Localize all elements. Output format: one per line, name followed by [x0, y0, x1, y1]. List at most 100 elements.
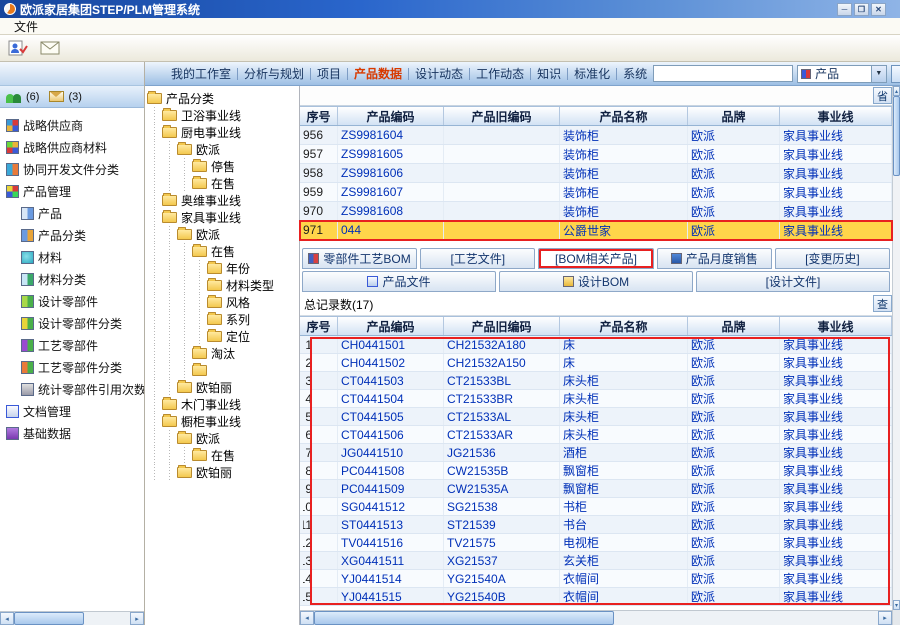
- column-header-code[interactable]: 产品编码: [338, 107, 444, 125]
- tab-product-files[interactable]: 产品文件: [302, 271, 496, 292]
- nav-item-4[interactable]: 产品数据: [348, 65, 408, 82]
- restore-button[interactable]: ❐: [854, 3, 869, 16]
- content-hscrollbar[interactable]: ◂ ▸: [300, 610, 892, 625]
- column-header-name[interactable]: 产品名称: [560, 317, 688, 335]
- hscroll-thumb[interactable]: [14, 612, 84, 625]
- tree-node[interactable]: 橱柜事业线: [147, 413, 297, 430]
- close-button[interactable]: ✕: [871, 3, 886, 16]
- sidebar-item[interactable]: 产品管理: [0, 180, 144, 202]
- vscroll-track[interactable]: [893, 176, 900, 600]
- vscroll-thumb[interactable]: [893, 96, 900, 176]
- nav-item-3[interactable]: 项目: [311, 65, 347, 82]
- table-row[interactable]: 10SG0441512SG21538书柜欧派家具事业线: [300, 498, 892, 516]
- content-vscrollbar[interactable]: ▴ ▾: [892, 86, 900, 625]
- table-row[interactable]: 8PC0441508CW21535B飘窗柜欧派家具事业线: [300, 462, 892, 480]
- users-icon[interactable]: [6, 91, 22, 103]
- approval-stamp-icon[interactable]: [8, 39, 28, 57]
- sidebar-item[interactable]: 材料: [0, 246, 144, 268]
- table-row[interactable]: 7JG0441510JG21536酒柜欧派家具事业线: [300, 444, 892, 462]
- nav-item-8[interactable]: 标准化: [568, 65, 616, 82]
- table-row[interactable]: 971044公爵世家欧派家具事业线: [300, 221, 892, 240]
- nav-item-2[interactable]: 分析与规划: [238, 65, 310, 82]
- tree-node[interactable]: 欧派: [147, 141, 297, 158]
- sidebar-item[interactable]: 工艺零部件: [0, 334, 144, 356]
- mail-icon[interactable]: [49, 91, 64, 102]
- tree-node[interactable]: 木门事业线: [147, 396, 297, 413]
- tab-design-files[interactable]: [设计文件]: [696, 271, 890, 292]
- column-header-old-code[interactable]: 产品旧编码: [444, 317, 560, 335]
- tab-process-files[interactable]: [工艺文件]: [420, 248, 535, 269]
- column-header-brand[interactable]: 品牌: [688, 107, 780, 125]
- tree-node[interactable]: 欧派: [147, 430, 297, 447]
- scroll-right-icon[interactable]: ▸: [130, 612, 144, 625]
- column-header-line[interactable]: 事业线: [780, 107, 892, 125]
- tree-node[interactable]: 停售: [147, 158, 297, 175]
- table-row[interactable]: 2CH0441502CH21532A150床欧派家具事业线: [300, 354, 892, 372]
- tree-node[interactable]: 欧铂丽: [147, 464, 297, 481]
- tree-node[interactable]: 奥维事业线: [147, 192, 297, 209]
- hscroll-track[interactable]: [84, 612, 130, 625]
- hscroll-thumb[interactable]: [314, 611, 614, 625]
- scroll-up-icon[interactable]: ▴: [893, 86, 900, 96]
- hscroll-track[interactable]: [614, 611, 878, 625]
- sidebar-item[interactable]: 材料分类: [0, 268, 144, 290]
- tree-node[interactable]: 材料类型: [147, 277, 297, 294]
- sidebar-item[interactable]: 工艺零部件分类: [0, 356, 144, 378]
- column-header-brand[interactable]: 品牌: [688, 317, 780, 335]
- sidebar-item[interactable]: 设计零部件分类: [0, 312, 144, 334]
- sidebar-item[interactable]: 战略供应商: [0, 114, 144, 136]
- sidebar-item[interactable]: 协同开发文件分类: [0, 158, 144, 180]
- tab-change-history[interactable]: [变更历史]: [775, 248, 890, 269]
- nav-item-6[interactable]: 工作动态: [470, 65, 530, 82]
- search-button[interactable]: 搜索: [891, 65, 900, 83]
- scroll-left-icon[interactable]: ◂: [300, 611, 314, 625]
- sidebar-item[interactable]: 产品分类: [0, 224, 144, 246]
- column-header-code[interactable]: 产品编码: [338, 317, 444, 335]
- tree-node[interactable]: 欧铂丽: [147, 379, 297, 396]
- records-corner-button[interactable]: 查: [873, 295, 892, 312]
- tab-parts-process-bom[interactable]: 零部件工艺BOM: [302, 248, 417, 269]
- sidebar-item[interactable]: 设计零部件: [0, 290, 144, 312]
- tree-node[interactable]: 风格: [147, 294, 297, 311]
- tree-node[interactable]: 系列: [147, 311, 297, 328]
- scroll-down-icon[interactable]: ▾: [893, 600, 900, 610]
- tree-node[interactable]: 家具事业线: [147, 209, 297, 226]
- table-row[interactable]: 13XG0441511XG21537玄关柜欧派家具事业线: [300, 552, 892, 570]
- table-row[interactable]: 15YJ0441515YG21540B衣帽间欧派家具事业线: [300, 588, 892, 606]
- column-header-old-code[interactable]: 产品旧编码: [444, 107, 560, 125]
- nav-item-7[interactable]: 知识: [531, 65, 567, 82]
- tree-node[interactable]: 在售: [147, 243, 297, 260]
- tree-node[interactable]: 淘汰: [147, 345, 297, 362]
- sidebar-item[interactable]: 基础数据: [0, 422, 144, 444]
- table-row[interactable]: 957ZS9981605装饰柜欧派家具事业线: [300, 145, 892, 164]
- column-header-seq[interactable]: 序号: [300, 317, 338, 335]
- minimize-button[interactable]: ─: [837, 3, 852, 16]
- column-header-line[interactable]: 事业线: [780, 317, 892, 335]
- tab-design-bom[interactable]: 设计BOM: [499, 271, 693, 292]
- table-row[interactable]: 956ZS9981604装饰柜欧派家具事业线: [300, 126, 892, 145]
- tree-node[interactable]: 欧派: [147, 226, 297, 243]
- tab-bom-related-products[interactable]: [BOM相关产品]: [538, 248, 653, 269]
- sidebar-item[interactable]: 产品: [0, 202, 144, 224]
- table-row[interactable]: 14YJ0441514YG21540A衣帽间欧派家具事业线: [300, 570, 892, 588]
- sidebar-item[interactable]: 文档管理: [0, 400, 144, 422]
- top-corner-button[interactable]: 省: [873, 87, 892, 104]
- tree-node[interactable]: 卫浴事业线: [147, 107, 297, 124]
- table-row[interactable]: 958ZS9981606装饰柜欧派家具事业线: [300, 164, 892, 183]
- tree-node[interactable]: 在售: [147, 175, 297, 192]
- search-input[interactable]: [653, 65, 793, 82]
- table-row[interactable]: 9PC0441509CW21535A飘窗柜欧派家具事业线: [300, 480, 892, 498]
- column-header-name[interactable]: 产品名称: [560, 107, 688, 125]
- table-row[interactable]: 3CT0441503CT21533BL床头柜欧派家具事业线: [300, 372, 892, 390]
- tab-monthly-sales[interactable]: 产品月度销售: [657, 248, 772, 269]
- table-row[interactable]: 11ST0441513ST21539书台欧派家具事业线: [300, 516, 892, 534]
- table-row[interactable]: 12TV0441516TV21575电视柜欧派家具事业线: [300, 534, 892, 552]
- tree-node[interactable]: 厨电事业线: [147, 124, 297, 141]
- scroll-left-icon[interactable]: ◂: [0, 612, 14, 625]
- tree-node[interactable]: 定位: [147, 328, 297, 345]
- table-row[interactable]: 959ZS9981607装饰柜欧派家具事业线: [300, 183, 892, 202]
- table-row[interactable]: 5CT0441505CT21533AL床头柜欧派家具事业线: [300, 408, 892, 426]
- menu-file[interactable]: 文件: [8, 18, 44, 35]
- envelope-icon[interactable]: [40, 41, 60, 55]
- table-row[interactable]: 970ZS9981608装饰柜欧派家具事业线: [300, 202, 892, 221]
